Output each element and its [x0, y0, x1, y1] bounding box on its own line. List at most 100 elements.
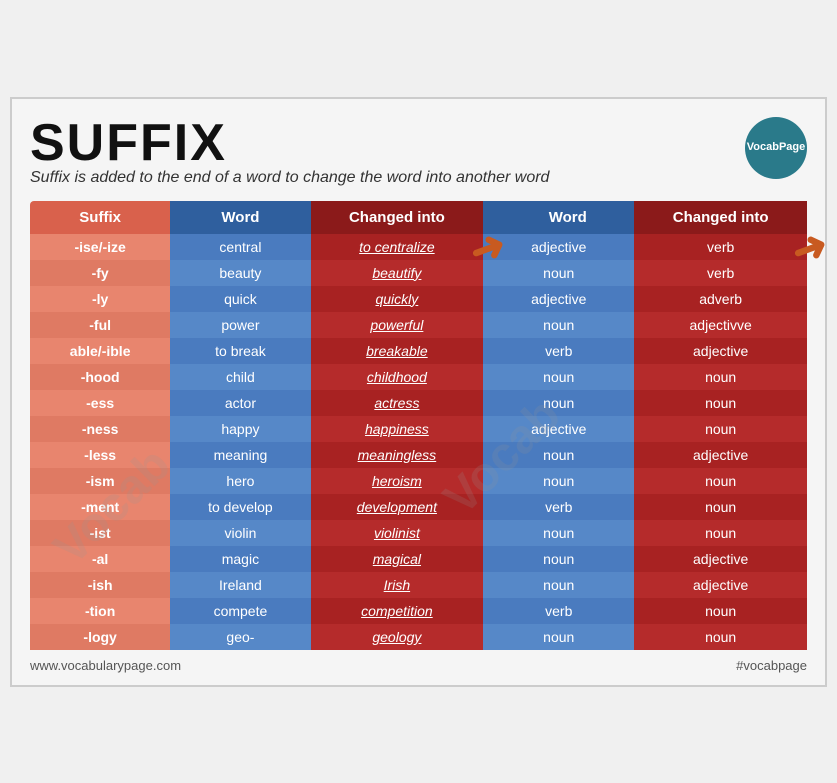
cell-word2: noun — [483, 572, 634, 598]
table-row: able/-ible to break breakable verb adjec… — [30, 338, 807, 364]
table-row: -ise/-ize central to centralize adjectiv… — [30, 234, 807, 260]
cell-word1: happy — [170, 416, 310, 442]
header-suffix: Suffix — [30, 201, 170, 234]
cell-word1: actor — [170, 390, 310, 416]
header: SUFFIX Suffix is added to the end of a w… — [30, 117, 807, 197]
cell-word1: violin — [170, 520, 310, 546]
cell-word2: noun — [483, 442, 634, 468]
table-row: -ess actor actress noun noun — [30, 390, 807, 416]
cell-changed1: actress — [311, 390, 484, 416]
cell-changed2: adverb — [634, 286, 807, 312]
cell-word1: compete — [170, 598, 310, 624]
cell-word2: noun — [483, 546, 634, 572]
cell-word2: adjective — [483, 286, 634, 312]
cell-changed1: magical — [311, 546, 484, 572]
cell-word2: noun — [483, 520, 634, 546]
cell-changed2: adjective — [634, 572, 807, 598]
cell-changed2: noun — [634, 624, 807, 650]
page-title: SUFFIX Suffix is added to the end of a w… — [30, 117, 549, 197]
cell-changed2: noun — [634, 468, 807, 494]
main-card: SUFFIX Suffix is added to the end of a w… — [10, 97, 827, 687]
cell-word2: verb — [483, 338, 634, 364]
cell-word1: Ireland — [170, 572, 310, 598]
cell-word1: quick — [170, 286, 310, 312]
table-row: -al magic magical noun adjective — [30, 546, 807, 572]
cell-suffix: -ish — [30, 572, 170, 598]
cell-changed2: verb — [634, 260, 807, 286]
cell-changed1: happiness — [311, 416, 484, 442]
cell-suffix: -al — [30, 546, 170, 572]
table-body: -ise/-ize central to centralize adjectiv… — [30, 234, 807, 650]
suffix-table: Suffix Word Changed into ➜ Word Changed … — [30, 201, 807, 650]
table-row: -fy beauty beautify noun verb — [30, 260, 807, 286]
cell-suffix: -ess — [30, 390, 170, 416]
cell-word2: adjective — [483, 416, 634, 442]
table-row: -ism hero heroism noun noun — [30, 468, 807, 494]
cell-suffix: -logy — [30, 624, 170, 650]
cell-suffix: -ly — [30, 286, 170, 312]
cell-word2: verb — [483, 494, 634, 520]
cell-changed2: noun — [634, 598, 807, 624]
cell-changed2: adjective — [634, 442, 807, 468]
cell-changed1: powerful — [311, 312, 484, 338]
footer-left: www.vocabularypage.com — [30, 658, 181, 673]
cell-word1: child — [170, 364, 310, 390]
cell-word1: hero — [170, 468, 310, 494]
cell-changed2: noun — [634, 416, 807, 442]
cell-word2: noun — [483, 312, 634, 338]
header-changed1: Changed into ➜ — [311, 201, 484, 234]
cell-changed2: verb — [634, 234, 807, 260]
cell-word1: meaning — [170, 442, 310, 468]
cell-changed2: adjective — [634, 546, 807, 572]
cell-suffix: -ness — [30, 416, 170, 442]
cell-changed1: geology — [311, 624, 484, 650]
cell-changed2: noun — [634, 494, 807, 520]
table-row: -ness happy happiness adjective noun — [30, 416, 807, 442]
table-row: -tion compete competition verb noun — [30, 598, 807, 624]
cell-changed1: meaningless — [311, 442, 484, 468]
cell-word1: magic — [170, 546, 310, 572]
cell-changed2: adjectivve — [634, 312, 807, 338]
cell-suffix: -ist — [30, 520, 170, 546]
footer: www.vocabularypage.com #vocabpage — [30, 658, 807, 673]
cell-suffix: -hood — [30, 364, 170, 390]
cell-word2: noun — [483, 390, 634, 416]
cell-changed1: to centralize — [311, 234, 484, 260]
cell-changed1: violinist — [311, 520, 484, 546]
cell-word2: noun — [483, 468, 634, 494]
cell-changed2: noun — [634, 364, 807, 390]
table-row: -hood child childhood noun noun — [30, 364, 807, 390]
cell-suffix: -ism — [30, 468, 170, 494]
cell-changed1: heroism — [311, 468, 484, 494]
header-word1: Word — [170, 201, 310, 234]
cell-suffix: -ful — [30, 312, 170, 338]
cell-suffix: -less — [30, 442, 170, 468]
header-word2: Word — [483, 201, 634, 234]
cell-changed2: noun — [634, 520, 807, 546]
table-row: -less meaning meaningless noun adjective — [30, 442, 807, 468]
cell-word1: beauty — [170, 260, 310, 286]
table-row: -ist violin violinist noun noun — [30, 520, 807, 546]
cell-suffix: -tion — [30, 598, 170, 624]
cell-changed1: competition — [311, 598, 484, 624]
header-changed2: Changed into ➜ — [634, 201, 807, 234]
cell-word2: noun — [483, 624, 634, 650]
cell-word1: to develop — [170, 494, 310, 520]
cell-word1: central — [170, 234, 310, 260]
cell-changed2: noun — [634, 390, 807, 416]
cell-changed1: quickly — [311, 286, 484, 312]
vocabpage-logo: Vocab Page — [745, 117, 807, 179]
cell-changed2: adjective — [634, 338, 807, 364]
cell-changed1: development — [311, 494, 484, 520]
table-header-row: Suffix Word Changed into ➜ Word Changed … — [30, 201, 807, 234]
table-row: -ly quick quickly adjective adverb — [30, 286, 807, 312]
table-row: -ment to develop development verb noun — [30, 494, 807, 520]
cell-changed1: beautify — [311, 260, 484, 286]
table-row: -ish Ireland Irish noun adjective — [30, 572, 807, 598]
cell-word1: to break — [170, 338, 310, 364]
cell-word1: power — [170, 312, 310, 338]
cell-word2: verb — [483, 598, 634, 624]
cell-word2: noun — [483, 364, 634, 390]
cell-suffix: -ise/-ize — [30, 234, 170, 260]
footer-right: #vocabpage — [736, 658, 807, 673]
